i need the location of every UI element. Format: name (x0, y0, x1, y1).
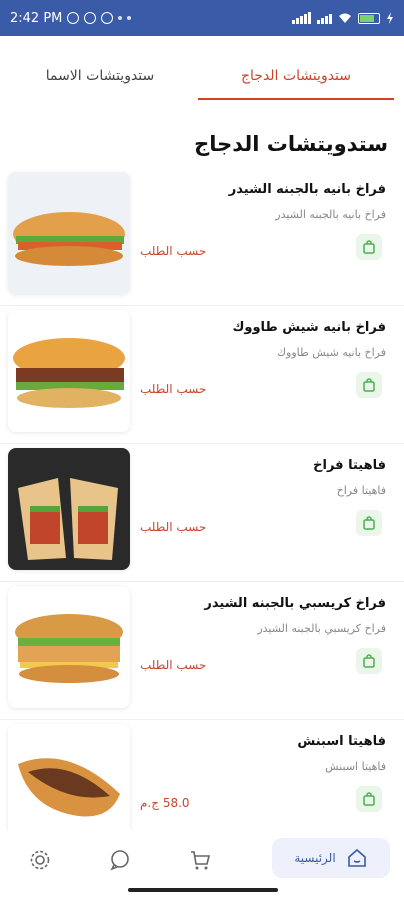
chicken-cheddar-sandwich-image (8, 172, 130, 294)
shopping-bag-icon (363, 792, 375, 806)
home-icon (347, 848, 366, 867)
signal-icon (292, 12, 311, 24)
product-description: فاهيتا فراخ (336, 484, 386, 497)
product-card[interactable]: فاهيتا فراخ فاهيتا فراخ حسب الطلب (0, 444, 404, 582)
shopping-bag-icon (363, 516, 375, 530)
product-description: فراخ كريسبي بالجبنه الشيدر (257, 622, 386, 635)
cart-icon (191, 851, 211, 870)
product-card[interactable]: فراخ كريسبي بالجبنه الشيدر فراخ كريسبي ب… (0, 582, 404, 720)
product-name: فاهيتا فراخ (313, 458, 386, 473)
more-dots-icon (127, 16, 132, 20)
product-price: حسب الطلب (140, 244, 207, 258)
home-label: الرئيسية (294, 851, 336, 865)
section-title: ستدويتشات الدجاج (194, 132, 388, 156)
product-price: حسب الطلب (140, 382, 207, 396)
product-description: فراخ بانيه بالجبنه الشيدر (275, 208, 386, 221)
bottom-navigation: الرئيسية (0, 830, 404, 890)
product-card[interactable]: فراخ بانيه بالجبنه الشيدر فراخ بانيه بال… (0, 168, 404, 306)
category-tabs: ستدويتشات الدجاج ستدويتشات الاسما (0, 56, 404, 100)
shopping-bag-icon (363, 378, 375, 392)
product-price: حسب الطلب (140, 520, 207, 534)
gesture-home-indicator[interactable] (128, 888, 278, 892)
status-bar: 2:42 PM (0, 0, 404, 36)
product-description: فاهيتا اسبنش (325, 760, 386, 773)
product-list: فراخ بانيه بالجبنه الشيدر فراخ بانيه بال… (0, 168, 404, 858)
shopping-bag-icon (363, 654, 375, 668)
add-to-cart-button[interactable] (356, 372, 382, 398)
crispy-chicken-sandwich-image (8, 586, 130, 708)
charging-icon (387, 12, 393, 24)
add-to-cart-button[interactable] (356, 510, 382, 536)
more-dots-icon (118, 16, 123, 20)
tab-fish-sandwiches[interactable]: ستدويتشات الاسما (2, 56, 198, 100)
chicken-fajita-wrap-image (8, 448, 130, 570)
product-price: حسب الطلب (140, 658, 207, 672)
alarm-icon (67, 12, 80, 24)
clock-time: 2:42 PM (10, 10, 63, 26)
chat-bubble-icon (110, 850, 129, 871)
signal-icon-2 (317, 12, 332, 24)
gear-icon (30, 850, 50, 870)
settings-button[interactable] (0, 838, 80, 882)
messages-button[interactable] (80, 838, 160, 882)
product-name: فاهيتا اسبنش (297, 734, 386, 749)
add-to-cart-button[interactable] (356, 234, 382, 260)
product-name: فراخ بانيه بالجبنه الشيدر (228, 182, 386, 197)
product-name: فراخ بانيه شيش طاووك (232, 320, 386, 335)
cart-button[interactable] (160, 838, 240, 882)
product-name: فراخ كريسبي بالجبنه الشيدر (204, 596, 386, 611)
product-card[interactable]: فراخ بانيه شيش طاووك فراخ بانيه شيش طاوو… (0, 306, 404, 444)
product-price: 58.0 ج.م (140, 796, 190, 810)
tab-chicken-sandwiches[interactable]: ستدويتشات الدجاج (198, 56, 394, 100)
battery-icon (358, 12, 380, 24)
add-to-cart-button[interactable] (356, 648, 382, 674)
shish-tawook-sandwich-image (8, 310, 130, 432)
product-description: فراخ بانيه شيش طاووك (276, 346, 386, 359)
whatsapp-icon (84, 12, 97, 24)
notification-icon (101, 12, 114, 24)
spanish-fajita-sandwich-image (8, 724, 130, 846)
home-button[interactable]: الرئيسية (272, 838, 390, 878)
wifi-icon (339, 13, 351, 23)
shopping-bag-icon (363, 240, 375, 254)
add-to-cart-button[interactable] (356, 786, 382, 812)
